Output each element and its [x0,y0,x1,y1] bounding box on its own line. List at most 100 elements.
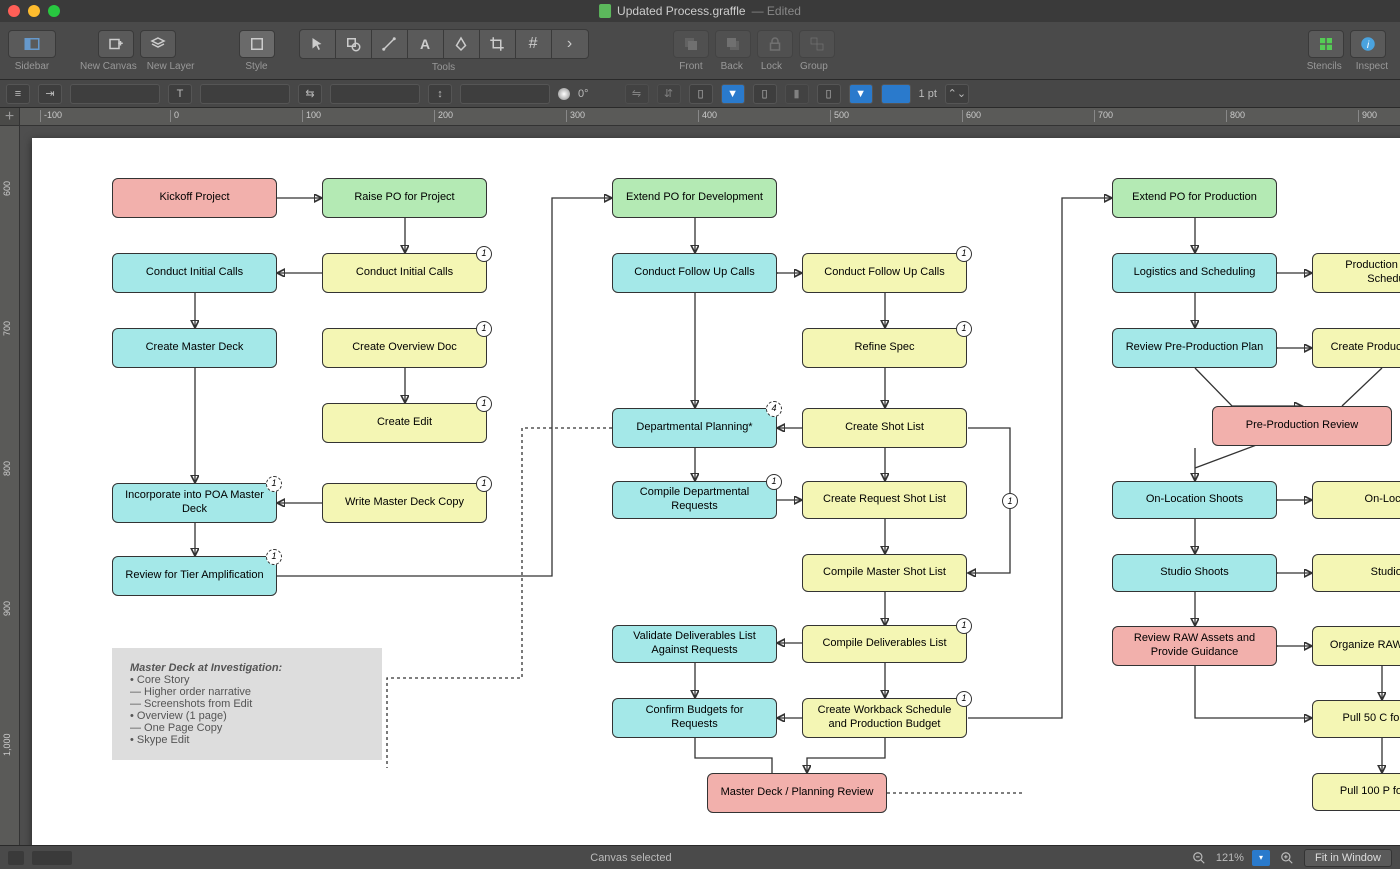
node-onlocation-b[interactable]: On-Location [1312,481,1400,519]
node-compile-deliv[interactable]: Compile Deliverables List1 [802,625,967,663]
ruler-row: + -100 0 100 200 300 400 500 600 700 800… [0,108,1400,126]
canvas[interactable]: Kickoff Project Raise PO for Project Con… [32,138,1400,845]
style-button[interactable] [239,30,275,58]
tools-label: Tools [432,62,455,73]
zoom-icon[interactable] [48,5,60,17]
note-line: • Overview (1 page) [130,710,227,722]
node-pull-100[interactable]: Pull 100 P for Conside [1312,773,1400,811]
node-workback[interactable]: Create Workback Schedule and Production … [802,698,967,738]
font-family-select[interactable] [70,84,160,104]
zoom-menu[interactable]: ▾ [1252,850,1270,866]
node-studio-a[interactable]: Studio Shoots [1112,554,1277,592]
node-pull-50[interactable]: Pull 50 C for Conside [1312,700,1400,738]
main-area: 600 700 800 900 1,000 [0,126,1400,845]
font-size-select[interactable] [200,84,290,104]
lock-button[interactable] [757,30,793,58]
more-tools[interactable]: › [552,30,588,58]
node-request-shot-list[interactable]: Create Request Shot List [802,481,967,519]
group-button[interactable] [799,30,835,58]
node-review-raw[interactable]: Review RAW Assets and Provide Guidance [1112,626,1277,666]
stroke-pos-icon[interactable]: ▯ [817,84,841,104]
node-logistics[interactable]: Logistics and Scheduling [1112,253,1277,293]
node-create-prod-review[interactable]: Create Production Review [1312,328,1400,368]
sidebar-button[interactable] [8,30,56,58]
minimize-icon[interactable] [28,5,40,17]
pen-tool[interactable] [444,30,480,58]
node-master-shot-list[interactable]: Compile Master Shot List [802,554,967,592]
ruler-tick: 900 [1358,110,1377,122]
shadow-icon[interactable]: ▮ [785,84,809,104]
node-studio-b[interactable]: Studio Sh [1312,554,1400,592]
node-confirm-budgets[interactable]: Confirm Budgets for Requests [612,698,777,738]
text-tool[interactable]: A [408,30,444,58]
badge-icon: 1 [266,549,282,565]
new-layer-button[interactable] [140,30,176,58]
line-height-icon[interactable]: ↕ [428,84,452,104]
node-compile-requests[interactable]: Compile Departmental Requests1 [612,481,777,519]
fill-solid-select[interactable]: ▼ [721,84,745,104]
shadow-none-icon[interactable]: ▯ [753,84,777,104]
back-button[interactable] [715,30,751,58]
line-height-select[interactable] [460,84,550,104]
grid-tool[interactable]: # [516,30,552,58]
node-review-tier[interactable]: Review for Tier Amplification1 [112,556,277,596]
node-preprod-review[interactable]: Pre-Production Review [1212,406,1392,446]
new-canvas-button[interactable] [98,30,134,58]
fill-none-icon[interactable]: ▯ [689,84,713,104]
node-initial-calls-b[interactable]: Conduct Initial Calls1 [322,253,487,293]
node-extend-po-dev[interactable]: Extend PO for Development [612,178,777,218]
stencils-button[interactable] [1308,30,1344,58]
color-well[interactable] [558,88,570,100]
spacing-icon[interactable]: ⇆ [298,84,322,104]
node-master-deck[interactable]: Create Master Deck [112,328,277,368]
window-title: Updated Process.graffle — Edited [599,4,801,18]
status-pages-icon[interactable] [32,851,72,865]
lock-label: Lock [761,61,782,72]
front-button[interactable] [673,30,709,58]
distribute-icon[interactable]: ⇥ [38,84,62,104]
node-write-copy[interactable]: Write Master Deck Copy1 [322,483,487,523]
node-followup-a[interactable]: Conduct Follow Up Calls [612,253,777,293]
node-planning-review[interactable]: Master Deck / Planning Review [707,773,887,813]
canvas-viewport[interactable]: Kickoff Project Raise PO for Project Con… [20,126,1400,845]
node-dept-planning[interactable]: Departmental Planning*4 [612,408,777,448]
zoom-in-button[interactable] [1278,850,1296,866]
node-organize-raw[interactable]: Organize RAW Order Tran [1312,626,1400,666]
node-overview-doc[interactable]: Create Overview Doc1 [322,328,487,368]
flip-v-icon[interactable]: ⇵ [657,84,681,104]
node-kickoff[interactable]: Kickoff Project [112,178,277,218]
status-handle-icon[interactable] [8,851,24,865]
node-refine-spec[interactable]: Refine Spec1 [802,328,967,368]
node-review-preprod[interactable]: Review Pre-Production Plan [1112,328,1277,368]
stroke-color-select[interactable]: ▼ [849,84,873,104]
node-shot-list[interactable]: Create Shot List [802,408,967,448]
zoom-out-button[interactable] [1190,850,1208,866]
node-prod-logistics[interactable]: Production Logistics Scheduling [1312,253,1400,293]
stroke-stepper[interactable]: ⌃⌄ [945,84,969,104]
text-tool-icon[interactable]: T [168,84,192,104]
flip-h-icon[interactable]: ⇋ [625,84,649,104]
stroke-style-select[interactable] [881,84,911,104]
node-create-edit[interactable]: Create Edit1 [322,403,487,443]
align-left-icon[interactable]: ≡ [6,84,30,104]
node-onlocation-a[interactable]: On-Location Shoots [1112,481,1277,519]
node-incorporate-poa[interactable]: Incorporate into POA Master Deck1 [112,483,277,523]
shape-tool[interactable] [336,30,372,58]
crop-tool[interactable] [480,30,516,58]
line-tool[interactable] [372,30,408,58]
select-tool[interactable] [300,30,336,58]
spacing-select[interactable] [330,84,420,104]
window-controls [8,5,60,17]
node-validate-deliv[interactable]: Validate Deliverables List Against Reque… [612,625,777,663]
close-icon[interactable] [8,5,20,17]
ruler-horizontal[interactable]: -100 0 100 200 300 400 500 600 700 800 9… [20,108,1400,125]
ruler-vertical[interactable]: 600 700 800 900 1,000 [0,126,20,845]
inspect-button[interactable]: i [1350,30,1386,58]
inspect-label: Inspect [1356,61,1388,72]
note-box[interactable]: Master Deck at Investigation: • Core Sto… [112,648,382,760]
node-followup-b[interactable]: Conduct Follow Up Calls1 [802,253,967,293]
node-extend-po-prod[interactable]: Extend PO for Production [1112,178,1277,218]
fit-window-button[interactable]: Fit in Window [1304,849,1392,867]
node-raise-po[interactable]: Raise PO for Project [322,178,487,218]
node-initial-calls-a[interactable]: Conduct Initial Calls [112,253,277,293]
